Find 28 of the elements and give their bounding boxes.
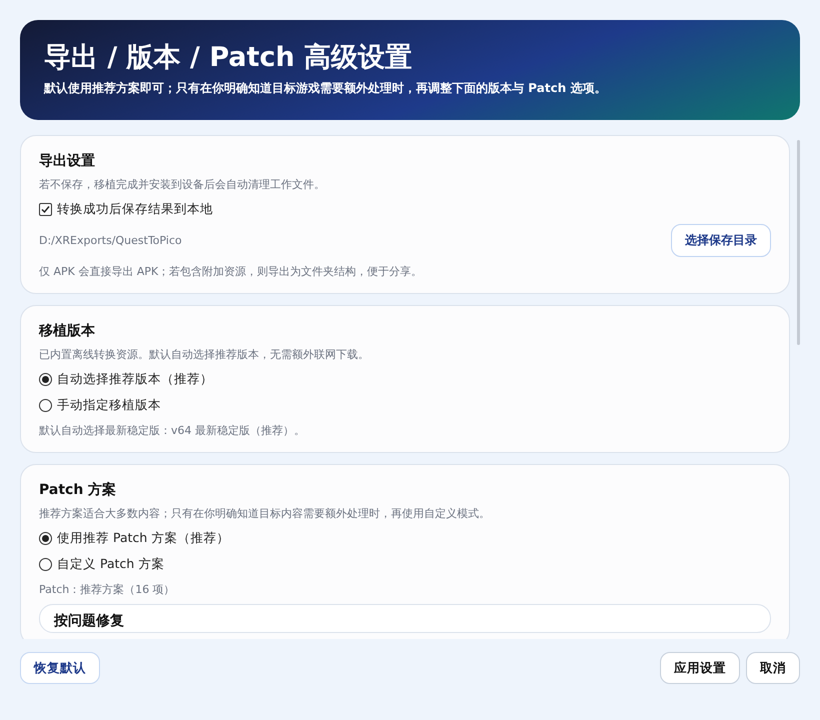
radio-button[interactable] (39, 558, 52, 570)
radio-label[interactable]: 自定义 Patch 方案 (57, 553, 164, 575)
cancel-button[interactable]: 取消 (746, 652, 800, 684)
radio-label[interactable]: 手动指定移植版本 (57, 394, 161, 416)
section-description: 若不保存，移植完成并安装到设备后会自动清理工作文件。 (39, 177, 326, 193)
radio-button[interactable] (39, 398, 52, 412)
radio-button[interactable] (39, 372, 52, 386)
checkbox-label[interactable]: 转换成功后保存结果到本地 (57, 198, 213, 220)
choose-folder-button[interactable]: 选择保存目录 (671, 224, 771, 257)
scrollbar-thumb[interactable] (797, 140, 800, 345)
apply-button[interactable]: 应用设置 (660, 652, 740, 684)
restore-defaults-button[interactable]: 恢复默认 (20, 652, 100, 684)
section-title: Patch 方案 (39, 480, 116, 500)
radio-label[interactable]: 自动选择推荐版本（推荐） (57, 368, 213, 390)
page-title: 导出 / 版本 / Patch 高级设置 (44, 41, 414, 75)
section-description: 已内置离线转换资源。默认自动选择推荐版本，无需额外联网下载。 (39, 347, 370, 363)
radio-button[interactable] (39, 532, 52, 544)
section-title: 移植版本 (39, 322, 95, 341)
save-path: D:/XRExports/QuestToPico (39, 234, 182, 247)
section-description: 推荐方案适合大多数内容；只有在你明确知道目标内容需要额外处理时，再使用自定义模式。 (39, 506, 491, 522)
subsection-title: 按问题修复 (54, 613, 124, 629)
radio-label[interactable]: 使用推荐 Patch 方案（推荐） (57, 527, 230, 549)
page-subtitle: 默认使用推荐方案即可；只有在你明确知道目标游戏需要额外处理时，再调整下面的版本与 Patch 选项。 (44, 80, 608, 96)
hint-text: Patch：推荐方案（16 项） (39, 583, 175, 596)
checkbox[interactable] (39, 202, 52, 216)
section-title: 导出设置 (39, 152, 95, 171)
hint-text: 默认自动选择最新稳定版：v64 最新稳定版（推荐）。 (39, 424, 306, 437)
hint-text: 仅 APK 会直接导出 APK；若包含附加资源，则导出为文件夹结构，便于分享。 (39, 265, 422, 278)
